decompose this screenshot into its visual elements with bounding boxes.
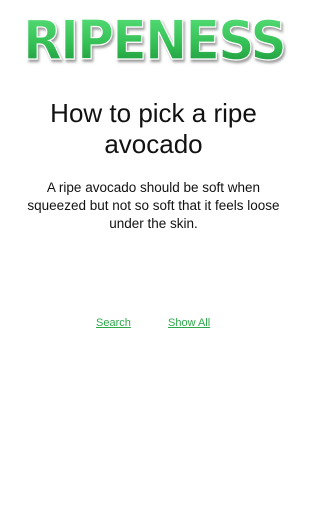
- app-logo: RIPENESS: [0, 8, 307, 72]
- ripeness-logo: RIPENESS: [22, 10, 287, 70]
- show-all-link[interactable]: Show All: [168, 316, 210, 330]
- logo-text: RIPENESS: [23, 10, 285, 70]
- footer-links: Search Show All: [0, 316, 307, 332]
- page-title: How to pick a ripe avocado: [50, 98, 257, 159]
- search-link[interactable]: Search: [96, 316, 131, 330]
- tip-text: A ripe avocado should be soft when squee…: [27, 180, 280, 231]
